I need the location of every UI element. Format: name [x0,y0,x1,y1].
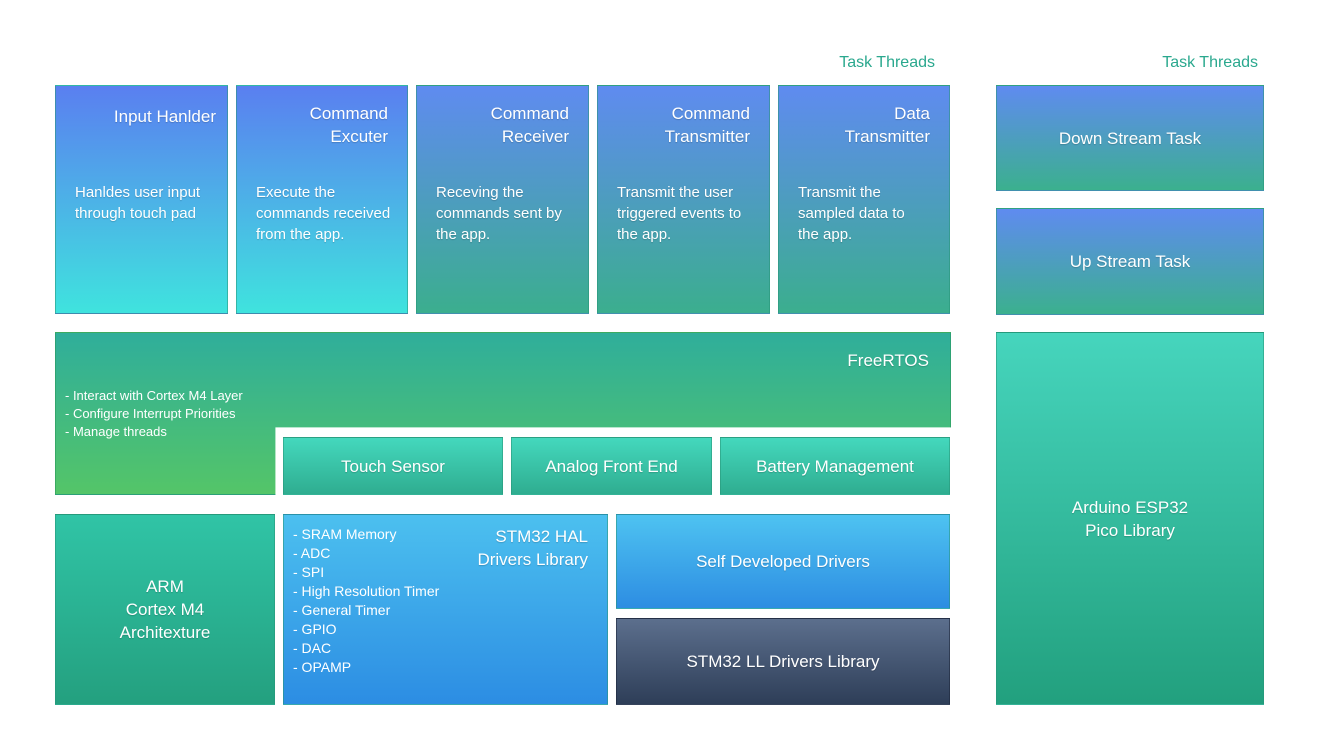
hal-title: STM32 HAL Drivers Library [477,527,588,569]
task-input-handler: Input Hanlder Hanldes user input through… [55,85,228,314]
hal-driver-item: - General Timer [293,602,391,618]
task-command-receiver: Command Receiver Receving the commands s… [416,85,589,314]
task-command-executer: Command Excuter Execute the commands rec… [236,85,408,314]
hal-driver-item: - OPAMP [293,659,352,675]
freertos-item: - Interact with Cortex M4 Layer [65,388,243,403]
freertos-list: - Interact with Cortex M4 Layer - Config… [65,387,243,441]
hal-driver-item: - SPI [293,564,325,580]
task-description: Execute the commands received from the a… [256,184,391,243]
task-title: Command Transmitter [664,104,750,146]
down-stream-task: Down Stream Task [996,85,1264,191]
task-description: Receving the commands sent by the app. [436,184,562,243]
self-developed-drivers-block: Self Developed Drivers [616,514,950,609]
task-title: Input Hanlder [113,107,216,126]
task-threads-heading-right: Task Threads [1162,54,1258,71]
task-description: Transmit the user triggered events to th… [617,184,742,243]
up-stream-task: Up Stream Task [996,208,1264,315]
hal-driver-list: - SRAM Memory - ADC - SPI - High Resolut… [293,525,439,677]
hal-driver-item: - High Resolution Timer [293,583,440,599]
task-command-transmitter: Command Transmitter Transmit the user tr… [597,85,770,314]
task-title: Command Excuter [309,104,388,146]
task-title: Command Receiver [490,104,569,146]
battery-management-block: Battery Management [720,437,950,495]
arduino-esp32-block: Arduino ESP32 Pico Library [996,332,1264,705]
stm32-ll-drivers-block: STM32 LL Drivers Library [616,618,950,705]
analog-front-end-block: Analog Front End [511,437,712,495]
hal-driver-item: - DAC [293,640,332,656]
task-data-transmitter: Data Transmitter Transmit the sampled da… [778,85,950,314]
hal-driver-item: - ADC [293,545,331,561]
task-threads-heading-left: Task Threads [839,54,935,71]
freertos-item: - Manage threads [65,424,167,439]
task-description: Hanldes user input through touch pad [75,184,201,222]
stm32-hal-block: STM32 HAL Drivers Library - SRAM Memory … [283,514,608,705]
task-title: Data Transmitter [844,104,930,146]
task-description: Transmit the sampled data to the app. [798,184,905,243]
touch-sensor-block: Touch Sensor [283,437,503,495]
hal-driver-item: - GPIO [293,621,337,637]
freertos-item: - Configure Interrupt Priorities [65,406,236,421]
arm-cortex-m4-block: ARM Cortex M4 Architexture [55,514,275,705]
hal-driver-item: - SRAM Memory [293,526,397,542]
freertos-title: FreeRTOS [847,351,929,370]
